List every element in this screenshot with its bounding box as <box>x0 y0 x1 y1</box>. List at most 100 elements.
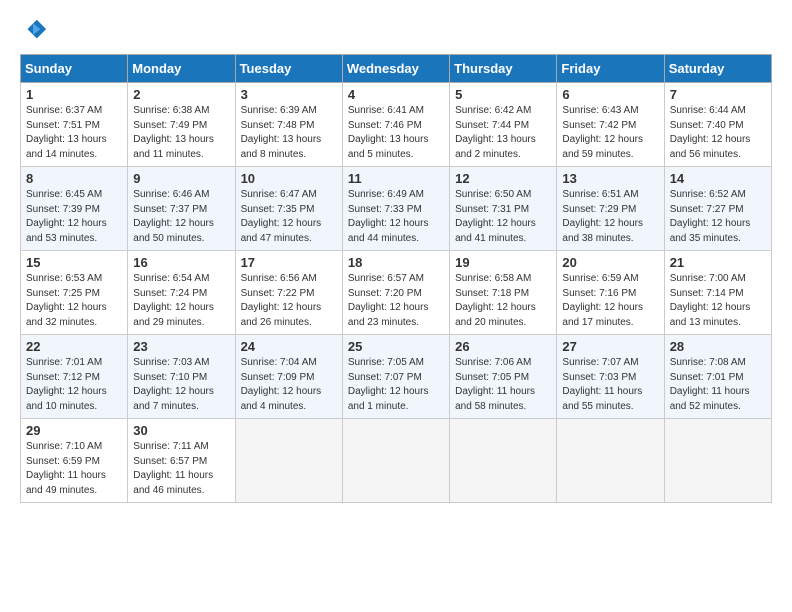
day-number: 9 <box>133 171 229 186</box>
day-info: Sunrise: 6:42 AMSunset: 7:44 PMDaylight:… <box>455 104 551 162</box>
day-info: Sunrise: 7:04 AMSunset: 7:09 PMDaylight:… <box>241 356 337 414</box>
day-number: 30 <box>133 423 229 438</box>
col-header-friday: Friday <box>557 55 664 83</box>
day-cell: 27Sunrise: 7:07 AMSunset: 7:03 PMDayligh… <box>557 335 664 419</box>
day-number: 2 <box>133 87 229 102</box>
day-cell: 6Sunrise: 6:43 AMSunset: 7:42 PMDaylight… <box>557 83 664 167</box>
day-info: Sunrise: 6:46 AMSunset: 7:37 PMDaylight:… <box>133 188 229 246</box>
day-info: Sunrise: 6:49 AMSunset: 7:33 PMDaylight:… <box>348 188 444 246</box>
day-cell: 4 Sunrise: 6:41 AMSunset: 7:46 PMDaylight… <box>342 83 449 167</box>
day-cell: 5 Sunrise: 6:42 AMSunset: 7:44 PMDaylight… <box>450 83 557 167</box>
day-cell: 18 Sunrise: 6:57 AMSunset: 7:20 PMDayligh… <box>342 251 449 335</box>
week-row-1: 1 Sunrise: 6:37 AMSunset: 7:51 PMDaylight… <box>21 83 772 167</box>
day-cell: 12 Sunrise: 6:50 AMSunset: 7:31 PMDayligh… <box>450 167 557 251</box>
logo-icon <box>20 16 48 44</box>
header <box>20 16 772 44</box>
day-number: 6 <box>562 87 658 102</box>
day-number: 28 <box>670 339 766 354</box>
day-cell: 14 Sunrise: 6:52 AMSunset: 7:27 PMDayligh… <box>664 167 771 251</box>
day-number: 19 <box>455 255 551 270</box>
day-info: Sunrise: 6:56 AMSunset: 7:22 PMDaylight:… <box>241 272 337 330</box>
day-cell: 25 Sunrise: 7:05 AMSunset: 7:07 PMDayligh… <box>342 335 449 419</box>
day-info: Sunrise: 6:57 AMSunset: 7:20 PMDaylight:… <box>348 272 444 330</box>
day-info: Sunrise: 6:45 AMSunset: 7:39 PMDaylight:… <box>26 188 122 246</box>
day-number: 3 <box>241 87 337 102</box>
day-info: Sunrise: 6:50 AMSunset: 7:31 PMDaylight:… <box>455 188 551 246</box>
day-info: Sunrise: 7:06 AMSunset: 7:05 PMDaylight:… <box>455 356 551 414</box>
day-cell <box>664 419 771 503</box>
day-number: 23 <box>133 339 229 354</box>
day-cell: 23 Sunrise: 7:03 AMSunset: 7:10 PMDayligh… <box>128 335 235 419</box>
day-number: 26 <box>455 339 551 354</box>
day-cell: 2 Sunrise: 6:38 AMSunset: 7:49 PMDaylight… <box>128 83 235 167</box>
day-number: 25 <box>348 339 444 354</box>
day-info: Sunrise: 6:52 AMSunset: 7:27 PMDaylight:… <box>670 188 766 246</box>
day-number: 16 <box>133 255 229 270</box>
day-info: Sunrise: 7:00 AMSunset: 7:14 PMDaylight:… <box>670 272 766 330</box>
day-cell: 11 Sunrise: 6:49 AMSunset: 7:33 PMDayligh… <box>342 167 449 251</box>
day-number: 20 <box>562 255 658 270</box>
day-number: 14 <box>670 171 766 186</box>
day-number: 29 <box>26 423 122 438</box>
day-cell <box>342 419 449 503</box>
day-cell: 16 Sunrise: 6:54 AMSunset: 7:24 PMDayligh… <box>128 251 235 335</box>
header-row: SundayMondayTuesdayWednesdayThursdayFrid… <box>21 55 772 83</box>
day-cell <box>235 419 342 503</box>
day-cell: 17Sunrise: 6:56 AMSunset: 7:22 PMDayligh… <box>235 251 342 335</box>
day-cell: 8 Sunrise: 6:45 AMSunset: 7:39 PMDaylight… <box>21 167 128 251</box>
col-header-saturday: Saturday <box>664 55 771 83</box>
page: SundayMondayTuesdayWednesdayThursdayFrid… <box>0 0 792 515</box>
week-row-3: 15Sunrise: 6:53 AMSunset: 7:25 PMDayligh… <box>21 251 772 335</box>
day-info: Sunrise: 6:58 AMSunset: 7:18 PMDaylight:… <box>455 272 551 330</box>
day-info: Sunrise: 7:01 AMSunset: 7:12 PMDaylight:… <box>26 356 122 414</box>
day-cell: 24 Sunrise: 7:04 AMSunset: 7:09 PMDayligh… <box>235 335 342 419</box>
day-cell: 19 Sunrise: 6:58 AMSunset: 7:18 PMDayligh… <box>450 251 557 335</box>
day-cell: 13Sunrise: 6:51 AMSunset: 7:29 PMDayligh… <box>557 167 664 251</box>
day-number: 24 <box>241 339 337 354</box>
day-info: Sunrise: 7:03 AMSunset: 7:10 PMDaylight:… <box>133 356 229 414</box>
col-header-tuesday: Tuesday <box>235 55 342 83</box>
day-cell: 15Sunrise: 6:53 AMSunset: 7:25 PMDayligh… <box>21 251 128 335</box>
col-header-wednesday: Wednesday <box>342 55 449 83</box>
day-number: 5 <box>455 87 551 102</box>
day-cell: 21 Sunrise: 7:00 AMSunset: 7:14 PMDayligh… <box>664 251 771 335</box>
day-number: 4 <box>348 87 444 102</box>
day-cell: 9 Sunrise: 6:46 AMSunset: 7:37 PMDaylight… <box>128 167 235 251</box>
day-number: 18 <box>348 255 444 270</box>
day-number: 12 <box>455 171 551 186</box>
day-cell: 28 Sunrise: 7:08 AMSunset: 7:01 PMDayligh… <box>664 335 771 419</box>
day-number: 10 <box>241 171 337 186</box>
day-number: 21 <box>670 255 766 270</box>
day-number: 8 <box>26 171 122 186</box>
day-info: Sunrise: 6:37 AMSunset: 7:51 PMDaylight:… <box>26 104 122 162</box>
day-cell <box>450 419 557 503</box>
day-info: Sunrise: 6:41 AMSunset: 7:46 PMDaylight:… <box>348 104 444 162</box>
day-cell: 7Sunrise: 6:44 AMSunset: 7:40 PMDaylight… <box>664 83 771 167</box>
day-info: Sunrise: 6:51 AMSunset: 7:29 PMDaylight:… <box>562 188 658 246</box>
day-cell: 22Sunrise: 7:01 AMSunset: 7:12 PMDayligh… <box>21 335 128 419</box>
day-number: 27 <box>562 339 658 354</box>
day-info: Sunrise: 6:47 AMSunset: 7:35 PMDaylight:… <box>241 188 337 246</box>
day-cell <box>557 419 664 503</box>
day-info: Sunrise: 6:38 AMSunset: 7:49 PMDaylight:… <box>133 104 229 162</box>
col-header-monday: Monday <box>128 55 235 83</box>
week-row-2: 8 Sunrise: 6:45 AMSunset: 7:39 PMDaylight… <box>21 167 772 251</box>
week-row-4: 22Sunrise: 7:01 AMSunset: 7:12 PMDayligh… <box>21 335 772 419</box>
day-info: Sunrise: 7:05 AMSunset: 7:07 PMDaylight:… <box>348 356 444 414</box>
day-cell: 29 Sunrise: 7:10 AMSunset: 6:59 PMDayligh… <box>21 419 128 503</box>
col-header-thursday: Thursday <box>450 55 557 83</box>
week-row-5: 29 Sunrise: 7:10 AMSunset: 6:59 PMDayligh… <box>21 419 772 503</box>
logo <box>20 16 52 44</box>
day-cell: 30Sunrise: 7:11 AMSunset: 6:57 PMDayligh… <box>128 419 235 503</box>
col-header-sunday: Sunday <box>21 55 128 83</box>
calendar-table: SundayMondayTuesdayWednesdayThursdayFrid… <box>20 54 772 503</box>
day-cell: 1 Sunrise: 6:37 AMSunset: 7:51 PMDaylight… <box>21 83 128 167</box>
day-number: 11 <box>348 171 444 186</box>
day-cell: 10 Sunrise: 6:47 AMSunset: 7:35 PMDayligh… <box>235 167 342 251</box>
day-info: Sunrise: 6:54 AMSunset: 7:24 PMDaylight:… <box>133 272 229 330</box>
day-info: Sunrise: 6:39 AMSunset: 7:48 PMDaylight:… <box>241 104 337 162</box>
day-info: Sunrise: 7:10 AMSunset: 6:59 PMDaylight:… <box>26 440 122 498</box>
day-info: Sunrise: 7:08 AMSunset: 7:01 PMDaylight:… <box>670 356 766 414</box>
day-number: 1 <box>26 87 122 102</box>
day-cell: 20Sunrise: 6:59 AMSunset: 7:16 PMDayligh… <box>557 251 664 335</box>
